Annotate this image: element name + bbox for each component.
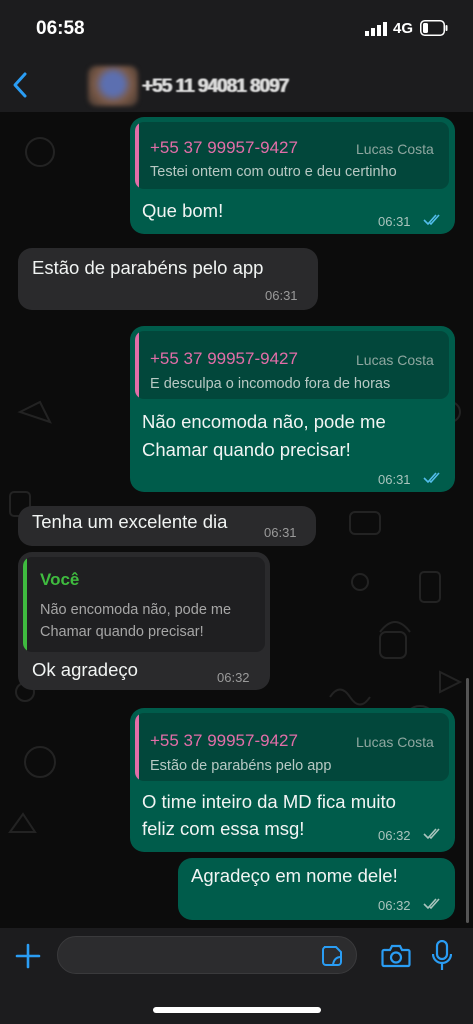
message-bubble-incoming[interactable]: Tenha um excelente dia 06:31 — [18, 506, 316, 546]
network-type: 4G — [393, 20, 414, 37]
quote-sender-number: +55 37 99957-9427 — [150, 349, 298, 368]
message-text: Ok agradeço — [32, 659, 138, 680]
message-time: 06:32 — [378, 898, 411, 913]
read-ticks-icon — [423, 214, 440, 226]
message-bubble-incoming[interactable]: Você Não encomoda não, pode me Chamar qu… — [18, 552, 270, 690]
message-time: 06:32 — [378, 828, 411, 843]
message-text: Que bom! — [142, 200, 224, 221]
message-bubble-outgoing[interactable]: +55 37 99957-9427 Lucas Costa Estão de p… — [130, 708, 455, 852]
sticker-icon[interactable] — [320, 944, 344, 968]
status-bar: 06:58 4G — [0, 0, 473, 58]
message-text-line-1: O time inteiro da MD fica muito — [142, 791, 396, 812]
message-text: Agradeço em nome dele! — [191, 865, 398, 886]
delivered-ticks-icon — [423, 828, 440, 840]
chat-area[interactable]: +55 37 99957-9427 Lucas Costa Testei ont… — [0, 112, 473, 928]
quote-text: Testei ontem com outro e deu certinho — [150, 164, 397, 180]
message-bubble-outgoing[interactable]: Agradeço em nome dele! 06:32 — [178, 858, 455, 920]
camera-icon[interactable] — [381, 943, 411, 969]
chat-scrollbar[interactable] — [466, 678, 469, 923]
message-text: Estão de parabéns pelo app — [32, 257, 264, 278]
quote-bar — [23, 557, 27, 652]
quoted-message[interactable]: Você Não encomoda não, pode me Chamar qu… — [23, 557, 265, 652]
quoted-message[interactable]: +55 37 99957-9427 Lucas Costa Testei ont… — [135, 122, 449, 189]
quote-text: Estão de parabéns pelo app — [150, 758, 332, 774]
message-text: Tenha um excelente dia — [32, 511, 228, 532]
quote-sender-number: +55 37 99957-9427 — [150, 138, 298, 157]
quote-text: E desculpa o incomodo fora de horas — [150, 376, 391, 392]
quote-sender-alias: Lucas Costa — [356, 734, 434, 750]
message-bubble-outgoing[interactable]: +55 37 99957-9427 Lucas Costa Testei ont… — [130, 117, 455, 234]
quote-bar — [135, 713, 139, 781]
delivered-ticks-icon — [423, 898, 440, 910]
signal-icon — [365, 22, 387, 36]
quote-sender-alias: Lucas Costa — [356, 352, 434, 368]
quote-sender-number: +55 37 99957-9427 — [150, 731, 298, 750]
quoted-message[interactable]: +55 37 99957-9427 Lucas Costa E desculpa… — [135, 331, 449, 399]
status-time: 06:58 — [36, 18, 85, 39]
chat-header: +55 11 94081 8097 — [0, 58, 473, 112]
message-time: 06:31 — [265, 288, 298, 303]
contact-name[interactable]: +55 11 94081 8097 — [142, 76, 289, 98]
quote-sender-name: Você — [40, 570, 80, 589]
message-text-line-2: Chamar quando precisar! — [142, 439, 351, 460]
quote-text-line-2: Chamar quando precisar! — [40, 624, 204, 640]
battery-icon — [420, 20, 448, 36]
message-time: 06:32 — [217, 670, 250, 685]
contact-avatar[interactable] — [88, 66, 138, 106]
quote-bar — [135, 122, 139, 189]
message-time: 06:31 — [378, 214, 411, 229]
quote-sender-alias: Lucas Costa — [356, 141, 434, 157]
message-text-line-2: feliz com essa msg! — [142, 818, 305, 839]
microphone-icon[interactable] — [432, 940, 452, 972]
home-indicator — [153, 1007, 321, 1013]
message-time: 06:31 — [264, 525, 297, 540]
read-ticks-icon — [423, 472, 440, 484]
message-time: 06:31 — [378, 472, 411, 487]
back-chevron-icon[interactable] — [6, 68, 36, 102]
message-input[interactable] — [57, 936, 357, 974]
message-bubble-incoming[interactable]: Estão de parabéns pelo app 06:31 — [18, 248, 318, 310]
quote-text-line-1: Não encomoda não, pode me — [40, 602, 232, 618]
plus-icon[interactable] — [14, 942, 42, 970]
quoted-message[interactable]: +55 37 99957-9427 Lucas Costa Estão de p… — [135, 713, 449, 781]
message-bubble-outgoing[interactable]: +55 37 99957-9427 Lucas Costa E desculpa… — [130, 326, 455, 492]
message-text-line-1: Não encomoda não, pode me — [142, 411, 386, 432]
quote-bar — [135, 331, 139, 399]
